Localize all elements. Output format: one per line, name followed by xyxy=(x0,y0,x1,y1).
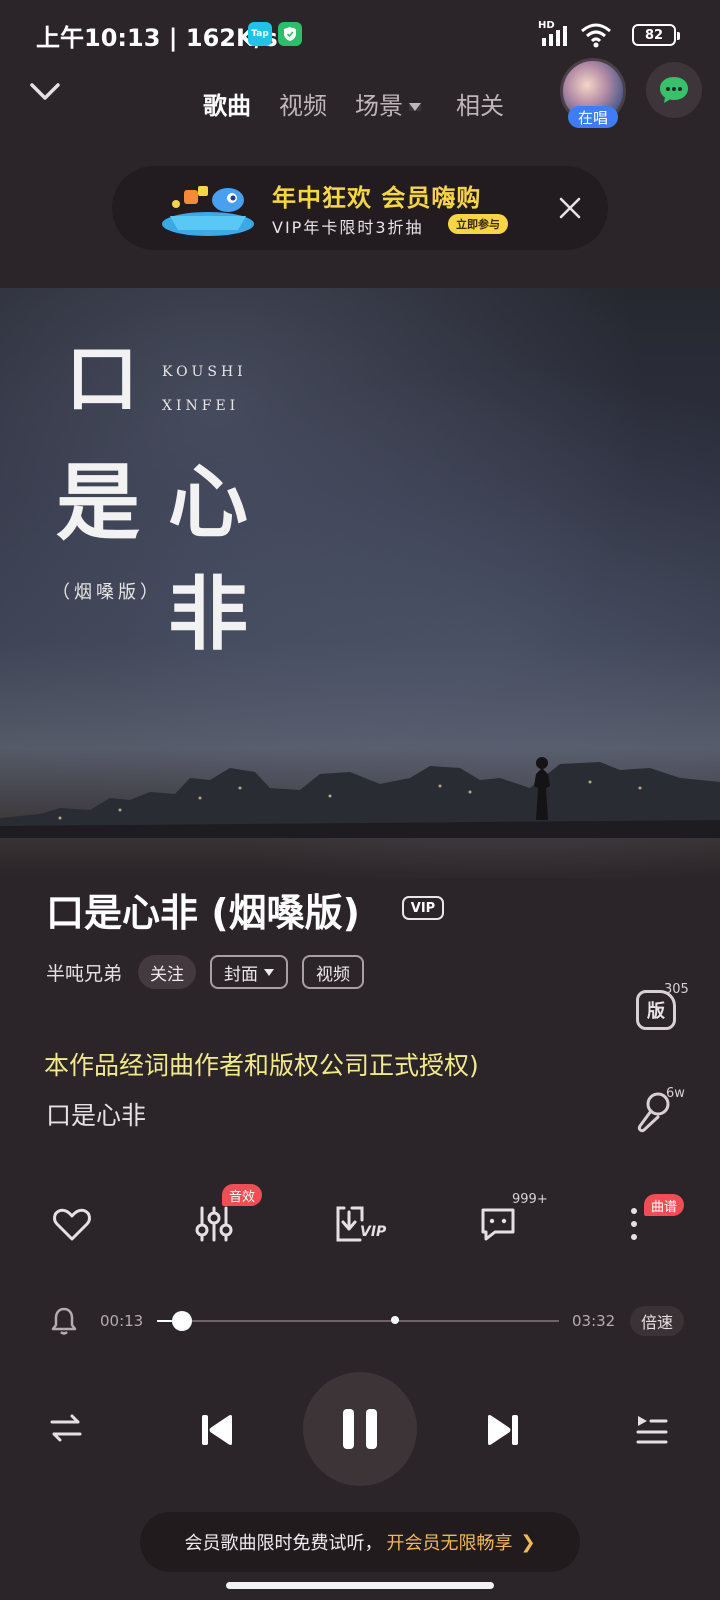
total-time: 03:32 xyxy=(572,1312,616,1330)
promo-text: 会员歌曲限时免费试听， xyxy=(184,1533,383,1554)
comment-button[interactable] xyxy=(474,1200,522,1248)
cover-button[interactable]: 封面 xyxy=(210,955,289,989)
gift-boat-icon xyxy=(162,186,254,236)
tab-scene-label: 场景 xyxy=(355,92,403,120)
banner-title: 年中狂欢 会员嗨购 xyxy=(272,184,482,212)
tab-video[interactable]: 视频 xyxy=(279,86,327,121)
pause-button[interactable] xyxy=(303,1372,417,1486)
home-indicator[interactable] xyxy=(226,1582,494,1589)
more-vertical-icon xyxy=(631,1208,637,1240)
album-art-char-2: 是 xyxy=(56,453,141,552)
lyric-line-next[interactable]: 口是心非 xyxy=(46,1096,146,1132)
playlist-button[interactable] xyxy=(632,1410,672,1450)
artist-row: 半吨兄弟 关注 封面 视频 xyxy=(46,954,378,990)
album-art-en-1: KOUSHI xyxy=(162,364,247,380)
like-button[interactable] xyxy=(48,1200,96,1248)
artist-name[interactable]: 半吨兄弟 xyxy=(46,959,122,986)
tap-app-icon: Tap xyxy=(248,22,272,46)
album-art-char-3: 心 xyxy=(168,455,248,549)
promo-banner[interactable]: 年中狂欢 会员嗨购 VIP年卡限时3折抽 立即参与 xyxy=(112,166,608,250)
heart-icon xyxy=(53,1208,91,1241)
song-title: 口是心非 (烟嗓版) xyxy=(46,891,360,935)
album-art-version: （烟嗓版） xyxy=(52,582,162,603)
cover-label: 封面 xyxy=(224,964,259,985)
banner-subtitle: VIP年卡限时3折抽 xyxy=(272,218,424,237)
shuffle-button[interactable] xyxy=(46,1408,86,1448)
sound-effect-badge: 音效 xyxy=(222,1184,263,1206)
next-button[interactable] xyxy=(482,1410,524,1450)
download-vip-label: VIP xyxy=(360,1224,387,1240)
previous-track-icon xyxy=(202,1415,232,1445)
album-art-en-2: XINFEI xyxy=(162,398,240,414)
version-count: 305 xyxy=(664,982,689,997)
status-bar: 上午10:13 | 162K/s Tap HD 82 xyxy=(0,0,720,70)
progress-marker xyxy=(391,1316,399,1324)
wifi-icon xyxy=(581,23,611,48)
progress-row: 00:13 03:32 倍速 xyxy=(0,1300,720,1340)
promo-link[interactable]: 开会员无限畅享 xyxy=(386,1529,512,1555)
equalizer-icon xyxy=(195,1206,233,1242)
playlist-icon xyxy=(636,1416,668,1444)
album-art[interactable]: 口 KOUSHI XINFEI 是 心 （烟嗓版） 非 xyxy=(0,288,720,878)
comment-icon xyxy=(481,1208,515,1241)
battery-indicator: 82 xyxy=(632,24,680,46)
progress-track[interactable] xyxy=(157,1311,559,1331)
repeat-list-icon xyxy=(50,1414,82,1442)
next-track-icon xyxy=(488,1415,518,1445)
shield-app-icon xyxy=(278,22,302,46)
banner-close-icon[interactable] xyxy=(552,190,588,226)
tab-related[interactable]: 相关 xyxy=(456,86,504,121)
singalong-count: 6w xyxy=(666,1086,685,1101)
speed-button[interactable]: 倍速 xyxy=(630,1306,684,1336)
signal-icon xyxy=(542,26,567,46)
follow-button[interactable]: 关注 xyxy=(138,955,197,989)
city-skyline xyxy=(0,757,720,838)
comment-count: 999+ xyxy=(512,1192,548,1207)
score-badge: 曲谱 xyxy=(644,1194,685,1216)
promo-arrow-icon: ❯ xyxy=(520,1531,536,1553)
pause-icon xyxy=(343,1409,377,1449)
tab-scene[interactable]: 场景 xyxy=(355,86,421,121)
sound-effect-button[interactable] xyxy=(190,1200,238,1248)
vip-promo-bar[interactable]: 会员歌曲限时免费试听， 开会员无限畅享 ❯ xyxy=(140,1512,580,1572)
album-art-char-4: 非 xyxy=(168,567,248,661)
cover-dropdown-arrow-icon xyxy=(264,968,275,976)
previous-button[interactable] xyxy=(196,1410,238,1450)
collapse-chevron-icon[interactable] xyxy=(28,80,62,104)
video-button[interactable]: 视频 xyxy=(302,955,365,989)
lyric-line-current[interactable]: 本作品经词曲作者和版权公司正式授权) xyxy=(44,1046,479,1082)
chat-button[interactable] xyxy=(646,62,702,118)
tab-song[interactable]: 歌曲 xyxy=(203,86,251,121)
banner-join-button[interactable]: 立即参与 xyxy=(448,214,508,234)
chat-bubble-icon xyxy=(660,77,688,103)
more-button[interactable] xyxy=(622,1200,646,1248)
download-button[interactable]: VIP xyxy=(334,1200,390,1248)
scene-dropdown-arrow-icon xyxy=(409,103,421,111)
bell-icon[interactable] xyxy=(50,1306,78,1336)
singing-tag[interactable]: 在唱 xyxy=(568,106,618,128)
progress-knob[interactable] xyxy=(171,1311,192,1331)
status-time: 上午10:13 | 162K/s xyxy=(36,24,278,52)
current-time: 00:13 xyxy=(100,1312,144,1330)
vip-badge: VIP xyxy=(402,896,444,920)
album-art-char-1: 口 xyxy=(66,336,139,421)
